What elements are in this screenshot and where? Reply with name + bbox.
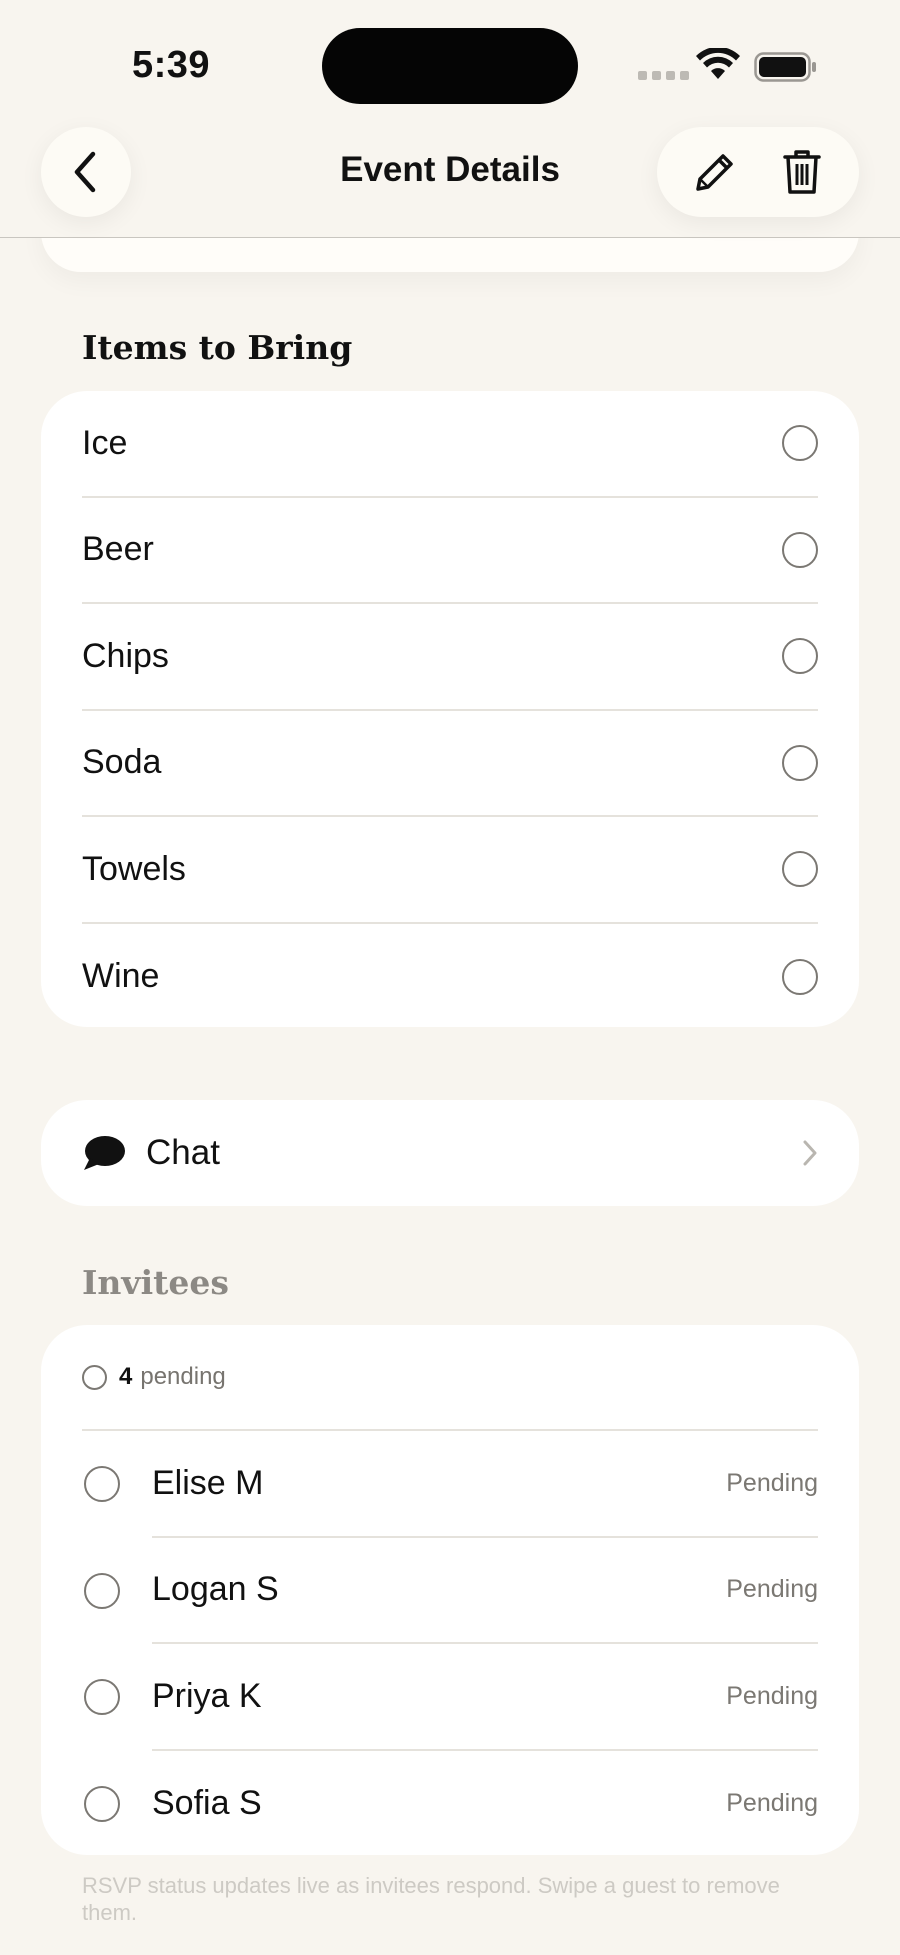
invitee-name: Logan S [152,1570,279,1609]
rsvp-status-icon [84,1679,120,1716]
item-label: Ice [82,423,128,462]
invitee-name: Elise M [152,1463,264,1502]
list-item[interactable]: Chips [82,604,818,711]
item-checkbox[interactable] [782,851,818,888]
invitees-card: 4 pending Elise M Pending Logan S Pendin… [41,1325,859,1855]
invitee-row[interactable]: Sofia S Pending [41,1751,859,1858]
item-checkbox[interactable] [782,531,818,568]
item-checkbox[interactable] [782,744,818,781]
item-label: Wine [82,957,160,996]
item-label: Soda [82,743,162,782]
navigation-bar: Event Details [0,120,900,238]
pencil-icon [695,154,733,191]
chat-button[interactable]: Chat [41,1100,859,1206]
rsvp-status-icon [84,1572,120,1609]
invitees-section-title: Invitees [82,1263,229,1302]
status-time: 5:39 [132,44,211,86]
edit-button[interactable] [680,137,750,207]
trash-icon [782,150,821,194]
wifi-icon [696,46,740,87]
invitee-status: Pending [726,1681,818,1710]
invitee-status: Pending [726,1468,818,1497]
chevron-right-icon [803,1140,817,1166]
list-item[interactable]: Towels [82,817,818,924]
list-item[interactable]: Ice [82,391,818,498]
invitee-status: Pending [726,1575,818,1604]
invitee-row[interactable]: Priya K Pending [41,1644,859,1751]
pending-count: 4 [119,1363,133,1390]
rsvp-status-icon [84,1785,120,1822]
summary-status-icon [82,1364,107,1390]
item-label: Beer [82,530,154,569]
items-list-card: Ice Beer Chips Soda Towels Wine [41,391,859,1027]
pending-summary: 4 pending [82,1325,818,1431]
pending-label: pending [140,1363,226,1390]
battery-icon [754,52,818,87]
event-actions [657,127,859,217]
item-label: Chips [82,636,169,675]
invitee-name: Priya K [152,1676,262,1715]
chat-label: Chat [146,1133,220,1172]
item-checkbox[interactable] [782,958,818,995]
rsvp-status-icon [84,1466,120,1503]
status-bar: 5:39 [0,0,900,120]
item-label: Towels [82,849,186,888]
invitees-footnote: RSVP status updates live as invitees res… [82,1873,780,1925]
item-checkbox[interactable] [782,425,818,462]
dynamic-island [322,28,578,104]
list-item[interactable]: Beer [82,498,818,604]
cellular-signal-icon [638,71,689,80]
list-item[interactable]: Soda [82,711,818,817]
invitee-name: Sofia S [152,1784,262,1823]
invitee-row[interactable]: Logan S Pending [41,1538,859,1644]
delete-button[interactable] [767,137,837,207]
invitee-status: Pending [726,1789,818,1818]
list-item[interactable]: Wine [82,924,818,1031]
items-section-title: Items to Bring [82,328,353,367]
invitee-row[interactable]: Elise M Pending [41,1431,859,1538]
speech-bubble-icon [84,1136,125,1170]
item-checkbox[interactable] [782,638,818,675]
